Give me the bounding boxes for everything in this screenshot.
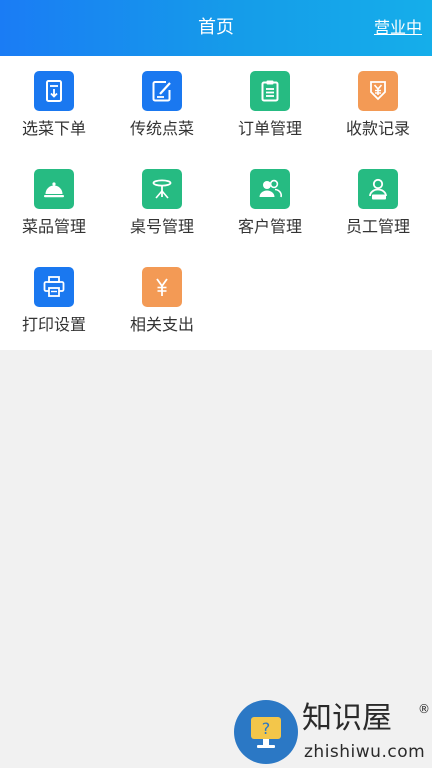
page-title: 首页 [198,17,234,38]
menu-payment-records[interactable]: 收款记录 [324,71,432,169]
svg-text:?: ? [262,719,271,738]
clipboard-icon [250,71,290,111]
menu-dish-management[interactable]: 菜品管理 [0,169,108,267]
app-header: 首页 营业中 [0,0,432,56]
edit-note-icon [142,71,182,111]
menu-select-order[interactable]: 选菜下单 [0,71,108,169]
help-monitor-icon: ? [234,700,298,764]
watermark: ? 知识屋 ® zhishiwu.com [232,698,432,768]
menu-label: 打印设置 [21,315,86,334]
food-cloche-icon [34,169,74,209]
customers-icon [250,169,290,209]
menu-label: 员工管理 [345,217,410,236]
menu-label: 订单管理 [237,119,302,138]
menu-staff-management[interactable]: 员工管理 [324,169,432,267]
menu-label: 选菜下单 [21,119,86,138]
menu-table-management[interactable]: 桌号管理 [108,169,216,267]
business-status-link[interactable]: 营业中 [374,17,422,39]
staff-icon [358,169,398,209]
registered-mark: ® [418,702,430,716]
function-panel: 选菜下单 传统点菜 订单管理 收款记录 菜品管理 桌号管理 客户管理 员工管理 … [0,56,432,350]
yen-icon [142,267,182,307]
menu-related-expenses[interactable]: 相关支出 [108,267,216,365]
menu-label: 相关支出 [129,315,194,334]
menu-label: 收款记录 [345,119,410,138]
menu-print-settings[interactable]: 打印设置 [0,267,108,365]
watermark-cn: 知识屋 [302,701,392,736]
menu-customer-management[interactable]: 客户管理 [216,169,324,267]
menu-label: 传统点菜 [129,119,194,138]
menu-label: 桌号管理 [129,217,194,236]
menu-order-management[interactable]: 订单管理 [216,71,324,169]
table-icon [142,169,182,209]
yen-down-icon [358,71,398,111]
order-form-icon [34,71,74,111]
menu-label: 客户管理 [237,217,302,236]
printer-icon [34,267,74,307]
watermark-en: zhishiwu.com [304,742,426,762]
menu-traditional-order[interactable]: 传统点菜 [108,71,216,169]
menu-label: 菜品管理 [21,217,86,236]
